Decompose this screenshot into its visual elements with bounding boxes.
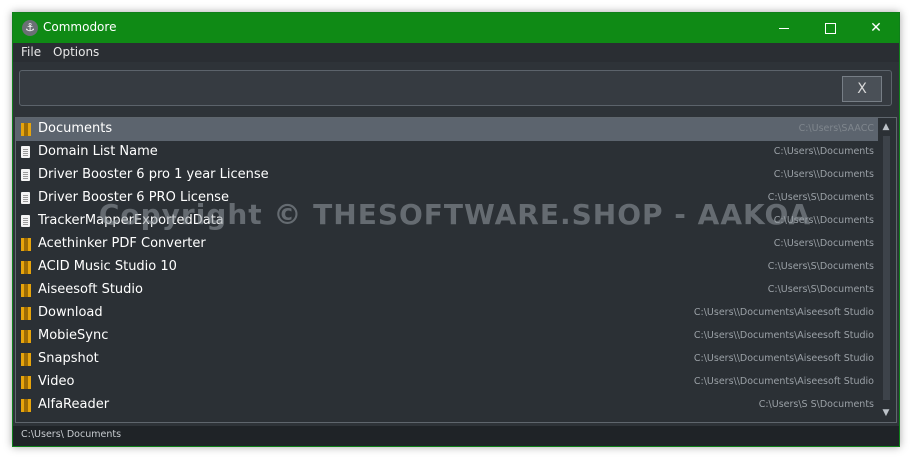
window-title: Commodore	[43, 20, 117, 34]
item-path: C:\Users\\Documents\Aiseesoft Studio	[693, 330, 874, 341]
item-path: C:\Users\\Documents	[773, 215, 874, 226]
folder-icon	[21, 330, 31, 343]
item-path: C:\Users\\Documents\Aiseesoft Studio	[693, 376, 874, 387]
list-item[interactable]: Driver Booster 6 pro 1 year License C:\Us…	[16, 164, 878, 187]
document-icon	[21, 192, 30, 204]
title-bar[interactable]: ⚓ Commodore ✕	[13, 13, 899, 43]
clear-search-button[interactable]: X	[842, 76, 882, 102]
list-item[interactable]: Documents C:\Users\SAACC	[16, 118, 878, 141]
close-icon: ✕	[870, 20, 882, 36]
vertical-scrollbar[interactable]: ▲ ▼	[878, 118, 894, 422]
item-path: C:\Users\S S\Documents	[758, 399, 874, 410]
close-button[interactable]: ✕	[853, 13, 899, 43]
folder-icon	[21, 376, 31, 389]
list-item[interactable]: ACID Music Studio 10 C:\Users\S\Documents	[16, 256, 878, 279]
item-name: AlfaReader	[38, 397, 110, 412]
status-path: C:\Users\ Documents	[21, 429, 122, 440]
list-item[interactable]: Domain List Name C:\Users\\Documents	[16, 141, 878, 164]
list-item[interactable]: Driver Booster 6 PRO License C:\Users\S\D…	[16, 187, 878, 210]
app-window: ⚓ Commodore ✕ File Options X Documents C:…	[12, 12, 900, 447]
minimize-icon	[779, 27, 789, 29]
document-icon	[21, 169, 30, 181]
list-item[interactable]: Aiseesoft Studio C:\Users\S\Documents	[16, 279, 878, 302]
document-icon	[21, 215, 30, 227]
item-name: Driver Booster 6 PRO License	[38, 190, 229, 205]
item-name: Domain List Name	[38, 144, 158, 159]
list-item[interactable]: Download C:\Users\\Documents\Aiseesoft St…	[16, 302, 878, 325]
item-path: C:\Users\\Documents\Aiseesoft Studio	[693, 307, 874, 318]
folder-icon	[21, 261, 31, 274]
item-path: C:\Users\S\Documents	[767, 261, 874, 272]
item-name: Aiseesoft Studio	[38, 282, 143, 297]
item-name: ACID Music Studio 10	[38, 259, 177, 274]
list-item[interactable]: MobieSync C:\Users\\Documents\Aiseesoft S…	[16, 325, 878, 348]
scroll-down-icon[interactable]: ▼	[878, 406, 894, 420]
menu-file[interactable]: File	[21, 45, 41, 59]
maximize-button[interactable]	[807, 13, 853, 43]
list-item[interactable]: Video C:\Users\\Documents\Aiseesoft Studi…	[16, 371, 878, 394]
item-path: C:\Users\S\Documents	[767, 192, 874, 203]
minimize-button[interactable]	[761, 13, 807, 43]
item-path: C:\Users\\Documents	[773, 169, 874, 180]
list-item[interactable]: Acethinker PDF Converter C:\Users\\Docume…	[16, 233, 878, 256]
item-path: C:\Users\\Documents\Aiseesoft Studio	[693, 353, 874, 364]
item-path: C:\Users\S\Documents	[767, 284, 874, 295]
item-name: Documents	[38, 121, 113, 136]
folder-icon	[21, 284, 31, 297]
anchor-icon: ⚓	[22, 20, 38, 36]
folder-icon	[21, 399, 31, 412]
menu-bar: File Options	[13, 43, 899, 62]
document-icon	[21, 146, 30, 158]
item-name: TrackerMapperExportedData	[38, 213, 224, 228]
item-name: Acethinker PDF Converter	[38, 236, 206, 251]
item-path: C:\Users\\Documents	[773, 146, 874, 157]
item-name: Snapshot	[38, 351, 99, 366]
search-input[interactable]: X	[19, 70, 892, 106]
item-name: Video	[38, 374, 75, 389]
menu-options[interactable]: Options	[53, 45, 99, 59]
list-item[interactable]: Snapshot C:\Users\\Documents\Aiseesoft St…	[16, 348, 878, 371]
item-name: Download	[38, 305, 103, 320]
item-path: C:\Users\\Documents	[773, 238, 874, 249]
maximize-icon	[824, 22, 836, 34]
item-path: C:\Users\SAACC	[798, 123, 874, 134]
scroll-up-icon[interactable]: ▲	[878, 120, 894, 134]
item-name: MobieSync	[38, 328, 109, 343]
scroll-thumb[interactable]	[883, 136, 890, 400]
results-list[interactable]: Documents C:\Users\SAACC Domain List Name C…	[15, 117, 897, 423]
folder-icon	[21, 123, 31, 136]
list-item[interactable]: AlfaReader C:\Users\S S\Documents	[16, 394, 878, 417]
folder-icon	[21, 353, 31, 366]
list-item[interactable]: TrackerMapperExportedData C:\Users\\Docum…	[16, 210, 878, 233]
item-name: Driver Booster 6 pro 1 year License	[38, 167, 269, 182]
status-bar: C:\Users\ Documents	[13, 426, 899, 446]
folder-icon	[21, 238, 31, 251]
folder-icon	[21, 307, 31, 320]
